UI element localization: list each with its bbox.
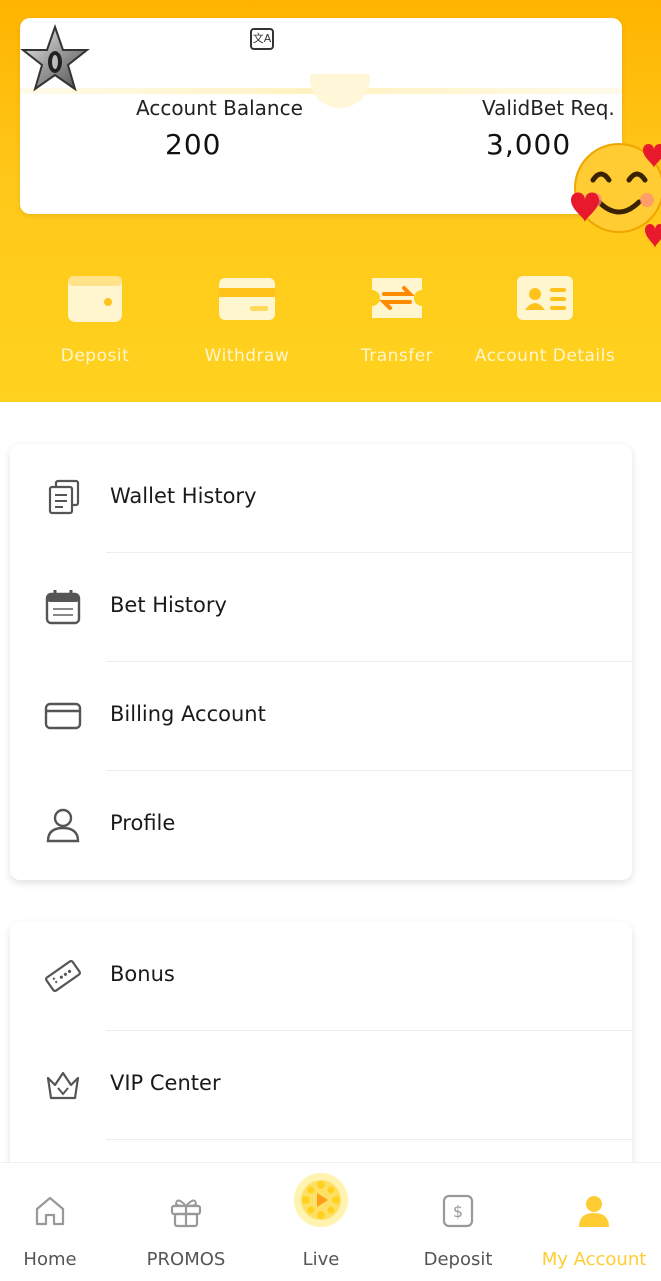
nav-my-account-label: My Account (541, 1249, 647, 1270)
account-balance-value: 200 (165, 128, 222, 161)
transfer-label: Transfer (360, 346, 434, 366)
live-play-icon (294, 1173, 348, 1227)
withdraw-action[interactable]: Withdraw (172, 262, 322, 382)
nav-home[interactable]: Home (0, 1163, 116, 1281)
documents-icon (48, 479, 80, 515)
nav-home-label: Home (23, 1249, 77, 1270)
billing-account-item[interactable]: Billing Account (10, 662, 632, 771)
balance-card: 文A Account Balance 200 ValidBet Req. 3,0… (20, 18, 622, 214)
account-balance-label: Account Balance (136, 96, 303, 120)
nav-live[interactable]: Live (255, 1163, 387, 1281)
calendar-icon (45, 590, 81, 625)
crown-icon (46, 1071, 80, 1100)
user-icon (46, 808, 80, 843)
bottom-navigation: Home PROMOS Live $ Deposit My Account (0, 1162, 661, 1281)
deposit-label: Deposit (60, 346, 130, 366)
nav-my-account[interactable]: My Account (528, 1163, 660, 1281)
language-icon[interactable]: 文A (250, 28, 274, 50)
account-header: 文A Account Balance 200 ValidBet Req. 3,0… (0, 0, 661, 402)
divider (106, 1139, 632, 1140)
wallet-history-item[interactable]: Wallet History (10, 444, 632, 553)
vip-star-badge-icon (20, 24, 90, 92)
id-card-icon (517, 276, 573, 320)
nav-live-label: Live (302, 1249, 340, 1270)
vip-center-item[interactable]: VIP Center (10, 1031, 632, 1140)
credit-card-icon (44, 702, 82, 730)
account-details-action[interactable]: Account Details (470, 262, 620, 382)
nav-promos[interactable]: PROMOS (120, 1163, 252, 1281)
withdraw-label: Withdraw (204, 346, 290, 366)
transfer-icon (372, 278, 422, 318)
gift-icon (170, 1199, 202, 1228)
nav-deposit[interactable]: $ Deposit (392, 1163, 524, 1281)
validbet-label: ValidBet Req. (482, 96, 615, 120)
account-details-label: Account Details (474, 346, 616, 366)
bonus-item[interactable]: Bonus (10, 922, 632, 1031)
bet-history-label: Bet History (110, 593, 227, 617)
ticket-icon (44, 959, 82, 993)
vip-center-label: VIP Center (110, 1071, 221, 1095)
transfer-action[interactable]: Transfer (322, 262, 472, 382)
nav-promos-label: PROMOS (146, 1249, 226, 1270)
person-icon (579, 1196, 609, 1227)
profile-label: Profile (110, 811, 176, 835)
wallet-icon (68, 276, 122, 322)
svg-text:$: $ (453, 1202, 463, 1221)
dollar-icon: $ (442, 1194, 474, 1228)
profile-item[interactable]: Profile (10, 771, 632, 880)
billing-account-label: Billing Account (110, 702, 266, 726)
wallet-history-label: Wallet History (110, 484, 257, 508)
card-icon (219, 278, 275, 320)
nav-deposit-label: Deposit (423, 1249, 493, 1270)
validbet-value: 3,000 (486, 128, 572, 161)
extras-menu-card: Bonus VIP Center (10, 922, 632, 1182)
bet-history-item[interactable]: Bet History (10, 553, 632, 662)
username-redacted (132, 27, 250, 53)
card-notch (310, 74, 370, 108)
account-menu-card: Wallet History Bet History Billing Accou… (10, 444, 632, 880)
home-icon (35, 1196, 65, 1226)
quick-actions: Deposit Withdraw Transfer Account Detail… (0, 262, 661, 382)
smiling-hearts-emoji-icon (571, 143, 661, 248)
deposit-action[interactable]: Deposit (20, 262, 170, 382)
bonus-label: Bonus (110, 962, 175, 986)
